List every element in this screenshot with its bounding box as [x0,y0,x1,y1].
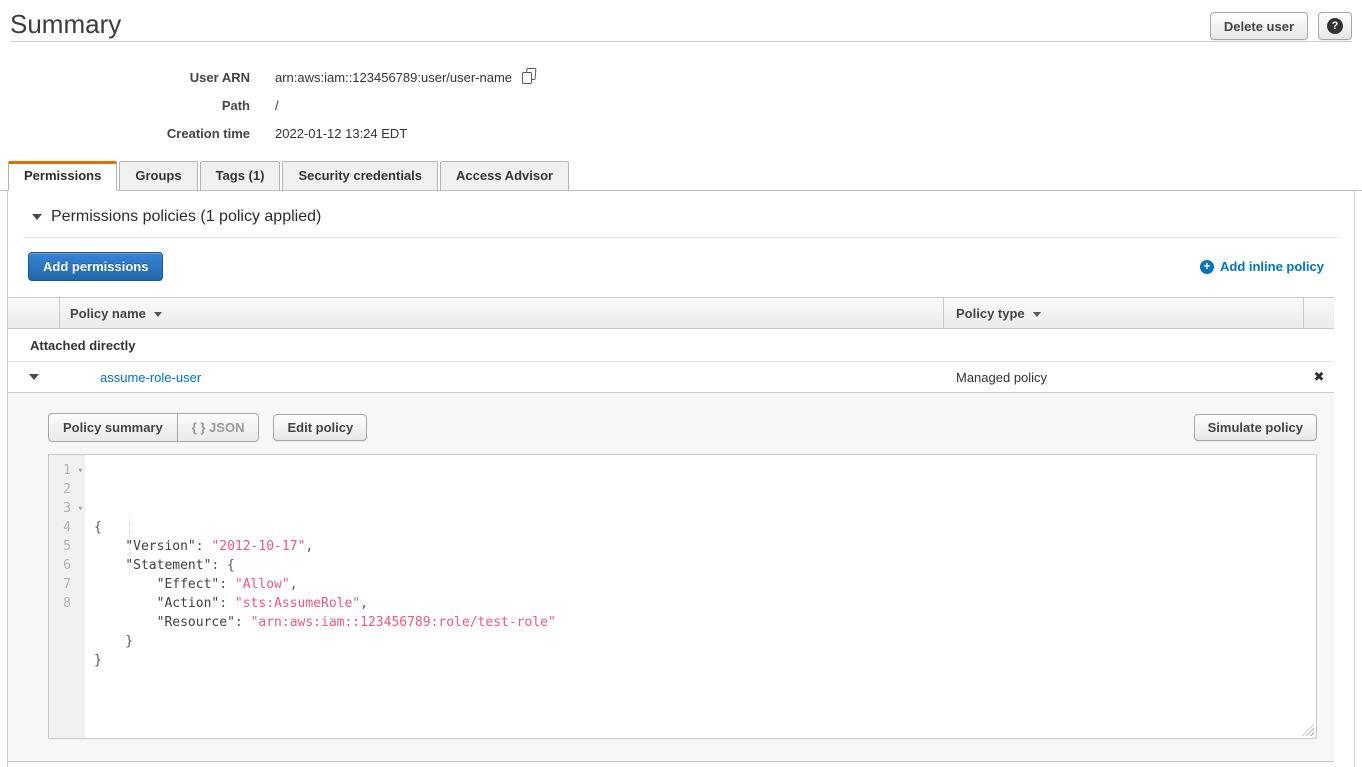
tab-access-advisor[interactable]: Access Advisor [440,161,569,191]
header-actions: Delete user ? [1210,12,1352,40]
path-row: Path / [0,91,1362,119]
editor-gutter: 1▾23▾45678 [49,455,85,738]
delete-user-button[interactable]: Delete user [1210,12,1308,40]
gutter-line-number: 7 [49,575,85,594]
help-icon: ? [1327,18,1343,34]
gutter-line-number: 1▾ [49,461,85,480]
permissions-policies-heading: Permissions policies (1 policy applied) [51,208,321,226]
policy-name-link[interactable]: assume-role-user [100,370,201,385]
attached-directly-group-row: Attached directly [8,329,1334,362]
page-header: Summary Delete user ? [0,0,1362,41]
tab-security-credentials[interactable]: Security credentials [282,161,438,191]
plus-circle-icon: + [1200,260,1214,274]
edit-policy-button[interactable]: Edit policy [273,414,367,441]
sort-caret-icon[interactable] [154,312,162,317]
policy-name-header-label: Policy name [70,306,146,321]
policy-type-header-label: Policy type [956,306,1025,321]
row-expand-toggle[interactable] [8,362,60,392]
creation-time-row: Creation time 2022-01-12 13:24 EDT [0,119,1362,147]
editor-code[interactable]: { "Version": "2012-10-17", "Statement": … [85,455,1316,738]
code-line: } [94,651,1316,670]
code-line: } [94,632,1316,651]
gutter-line-number: 8 [49,594,85,613]
user-arn-row: User ARN arn:aws:iam::123456789:user/use… [0,63,1362,91]
tab-permissions[interactable]: Permissions [8,161,117,191]
add-inline-policy-label: Add inline policy [1220,259,1324,274]
add-permissions-button[interactable]: Add permissions [28,252,163,281]
json-editor[interactable]: 1▾23▾45678 { "Version": "2012-10-17", "S… [48,454,1317,739]
policy-type-column-header: Policy type [944,298,1304,328]
code-line: "Statement": { [94,556,1316,575]
fold-caret-icon[interactable]: ▾ [78,500,83,519]
json-tab-button[interactable]: { } JSON [178,413,260,442]
policy-table-header: Policy name Policy type [8,297,1334,329]
policy-actions-row: Add permissions + Add inline policy [8,238,1354,297]
user-info-section: User ARN arn:aws:iam::123456789:user/use… [0,42,1362,161]
gutter-line-number: 5 [49,537,85,556]
tab-groups[interactable]: Groups [119,161,197,191]
tab-tags[interactable]: Tags (1) [200,161,281,191]
gutter-line-number: 6 [49,556,85,575]
indent-guide [129,518,130,575]
code-line: "Effect": "Allow", [94,575,1316,594]
fold-caret-icon[interactable]: ▾ [78,462,83,481]
user-arn-value: arn:aws:iam::123456789:user/user-name [275,70,512,85]
permissions-policies-section-toggle[interactable]: Permissions policies (1 policy applied) [8,191,1354,237]
remove-policy-icon[interactable]: ✖ [1304,362,1334,392]
policy-name-column-header: Policy name [60,298,944,328]
toggle-column-header [8,298,60,328]
code-line: { [94,518,1316,537]
path-value: / [275,98,279,113]
policy-type-cell: Managed policy [944,362,1304,392]
sort-caret-icon[interactable] [1033,312,1041,317]
add-inline-policy-link[interactable]: + Add inline policy [1200,259,1324,274]
code-line: "Resource": "arn:aws:iam::123456789:role… [94,613,1316,632]
simulate-policy-button[interactable]: Simulate policy [1194,414,1317,441]
gutter-line-number: 4 [49,518,85,537]
policy-row: assume-role-user Managed policy ✖ [8,362,1334,392]
user-arn-label: User ARN [0,70,250,85]
policy-detail-buttons: Policy summary { } JSON Edit policy Simu… [48,413,1317,442]
path-label: Path [0,98,250,113]
policy-detail-expanded-area: Policy summary { } JSON Edit policy Simu… [8,392,1334,762]
copy-icon[interactable] [521,68,537,87]
help-button[interactable]: ? [1318,12,1352,40]
creation-time-label: Creation time [0,126,250,141]
actions-column-header [1304,298,1334,328]
tabs-bar: Permissions Groups Tags (1) Security cre… [0,161,1362,191]
policy-summary-tab-button[interactable]: Policy summary [48,413,178,442]
gutter-line-number: 3▾ [49,499,85,518]
policy-table: Policy name Policy type Attached directl… [8,297,1334,762]
row-caret-icon [29,374,39,380]
permissions-tab-panel: Permissions policies (1 policy applied) … [7,191,1355,767]
attached-directly-label: Attached directly [30,338,135,353]
code-line: "Version": "2012-10-17", [94,537,1316,556]
gutter-line-number: 2 [49,480,85,499]
creation-time-value: 2022-01-12 13:24 EDT [275,126,407,141]
code-line: "Action": "sts:AssumeRole", [94,594,1316,613]
page-title: Summary [10,9,121,39]
section-collapse-icon [32,214,42,220]
